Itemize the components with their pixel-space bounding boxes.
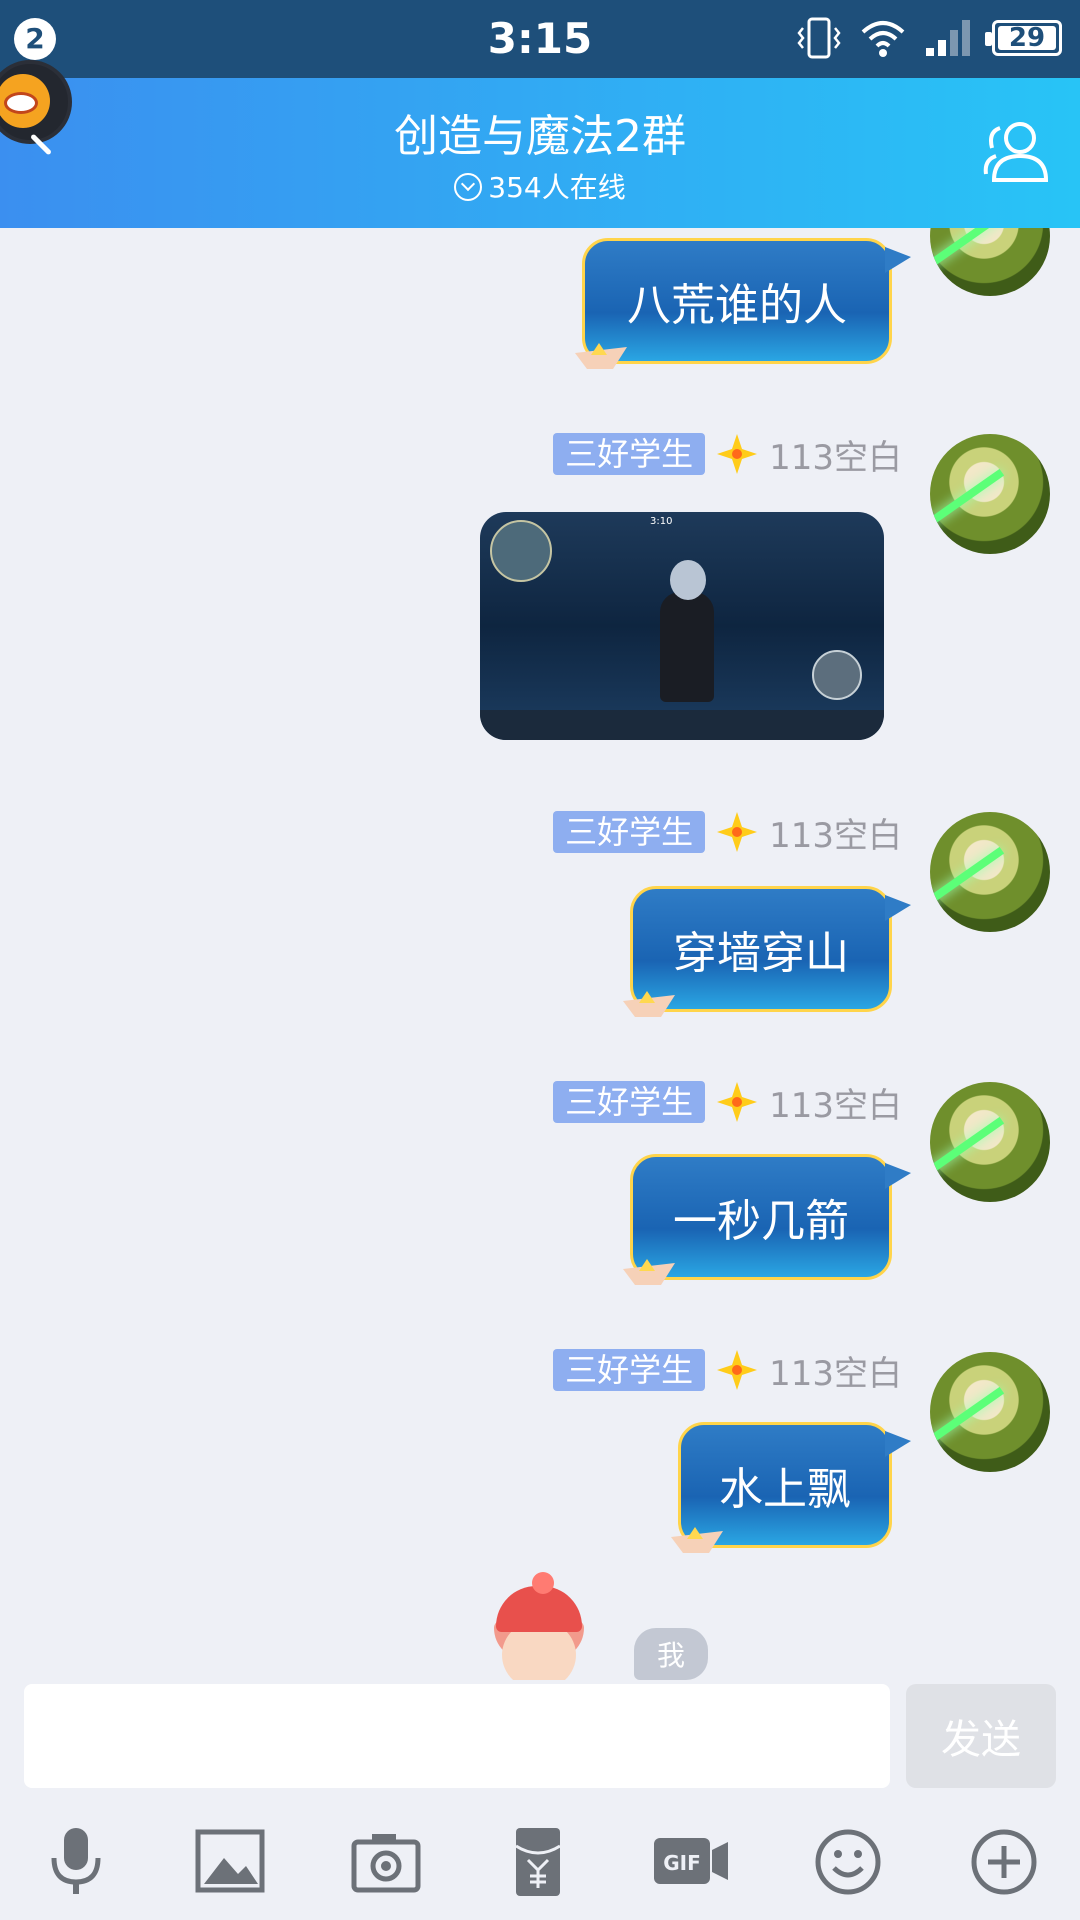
gif-icon[interactable]: GIF	[652, 1824, 732, 1900]
message-bubble[interactable]: 一秒几箭	[623, 1154, 911, 1285]
game-hotbar	[480, 710, 884, 740]
boat-decoration-icon	[671, 1527, 723, 1553]
image-message[interactable]: 3:10	[480, 512, 884, 740]
message-bubble[interactable]: 穿墙穿山	[623, 886, 911, 1017]
sender-name[interactable]: 113空白	[769, 1346, 902, 1395]
message-list[interactable]: 八荒谁的人 三好学生 113空白 3:10 三好学生 113空白 穿墙穿山 三好…	[0, 228, 1080, 1680]
svg-text:GIF: GIF	[663, 1851, 701, 1875]
sender-meta: 三好学生 113空白	[553, 1346, 902, 1395]
game-minimap	[490, 520, 552, 582]
sender-name[interactable]: 113空白	[769, 1078, 902, 1127]
signal-icon	[926, 20, 970, 56]
message-bubble[interactable]: 八荒谁的人	[575, 238, 911, 369]
microphone-icon[interactable]	[36, 1824, 116, 1900]
chat-header: 创造与魔法2群 354人在线	[0, 78, 1080, 228]
star-icon	[717, 1082, 758, 1122]
sender-avatar[interactable]	[930, 812, 1050, 932]
send-button[interactable]: 发送	[906, 1684, 1056, 1788]
message-text: 一秒几箭	[673, 1196, 849, 1247]
red-packet-icon[interactable]	[498, 1824, 578, 1900]
message-input[interactable]	[24, 1684, 890, 1788]
mascot-eye	[4, 92, 38, 114]
group-members-icon[interactable]	[976, 114, 1052, 190]
wifi-icon	[861, 21, 905, 57]
chevron-down-icon	[454, 173, 483, 201]
group-title[interactable]: 创造与魔法2群	[0, 100, 1080, 164]
online-count-label: 354人在线	[488, 171, 626, 204]
sender-name[interactable]: 113空白	[769, 808, 902, 857]
online-count[interactable]: 354人在线	[0, 166, 1080, 206]
message-text: 穿墙穿山	[673, 928, 849, 979]
sender-meta: 三好学生 113空白	[553, 1078, 902, 1127]
boat-decoration-icon	[623, 1259, 675, 1285]
status-bar: 2 3:15 29	[0, 0, 1080, 78]
sender-avatar[interactable]	[930, 1352, 1050, 1472]
vibrate-icon	[797, 17, 841, 59]
star-icon	[717, 812, 758, 852]
star-icon	[717, 1350, 758, 1390]
mascot-pompom	[532, 1572, 554, 1594]
status-icons: 29	[796, 16, 1062, 60]
message-bubble[interactable]: 水上飘	[671, 1422, 911, 1553]
image-icon[interactable]	[190, 1824, 270, 1900]
star-icon	[717, 434, 758, 474]
input-toolbar: GIF	[0, 1800, 1080, 1920]
sender-avatar[interactable]	[930, 228, 1050, 296]
input-row: 发送	[0, 1680, 1080, 1795]
game-attack-button	[812, 650, 862, 700]
sender-avatar[interactable]	[930, 1082, 1050, 1202]
sender-name[interactable]: 113空白	[769, 430, 902, 479]
sender-meta: 三好学生 113空白	[553, 430, 902, 479]
member-title-badge: 三好学生	[553, 433, 706, 475]
sender-meta: 三好学生 113空白	[553, 808, 902, 857]
mascot-avatar[interactable]	[486, 1572, 592, 1680]
battery-level: 29	[998, 23, 1056, 53]
emoji-icon[interactable]	[808, 1824, 888, 1900]
game-clock: 3:10	[650, 516, 673, 527]
message-text: 八荒谁的人	[627, 280, 847, 331]
battery-icon: 29	[985, 20, 1062, 56]
me-tag[interactable]: 我	[634, 1628, 708, 1680]
game-character	[660, 560, 714, 702]
member-title-badge: 三好学生	[553, 811, 706, 853]
message-text: 水上飘	[719, 1464, 851, 1515]
member-title-badge: 三好学生	[553, 1349, 706, 1391]
boat-decoration-icon	[575, 343, 627, 369]
sender-avatar[interactable]	[930, 434, 1050, 554]
plus-icon[interactable]	[964, 1824, 1044, 1900]
boat-decoration-icon	[623, 991, 675, 1017]
member-title-badge: 三好学生	[553, 1081, 706, 1123]
camera-icon[interactable]	[346, 1824, 426, 1900]
